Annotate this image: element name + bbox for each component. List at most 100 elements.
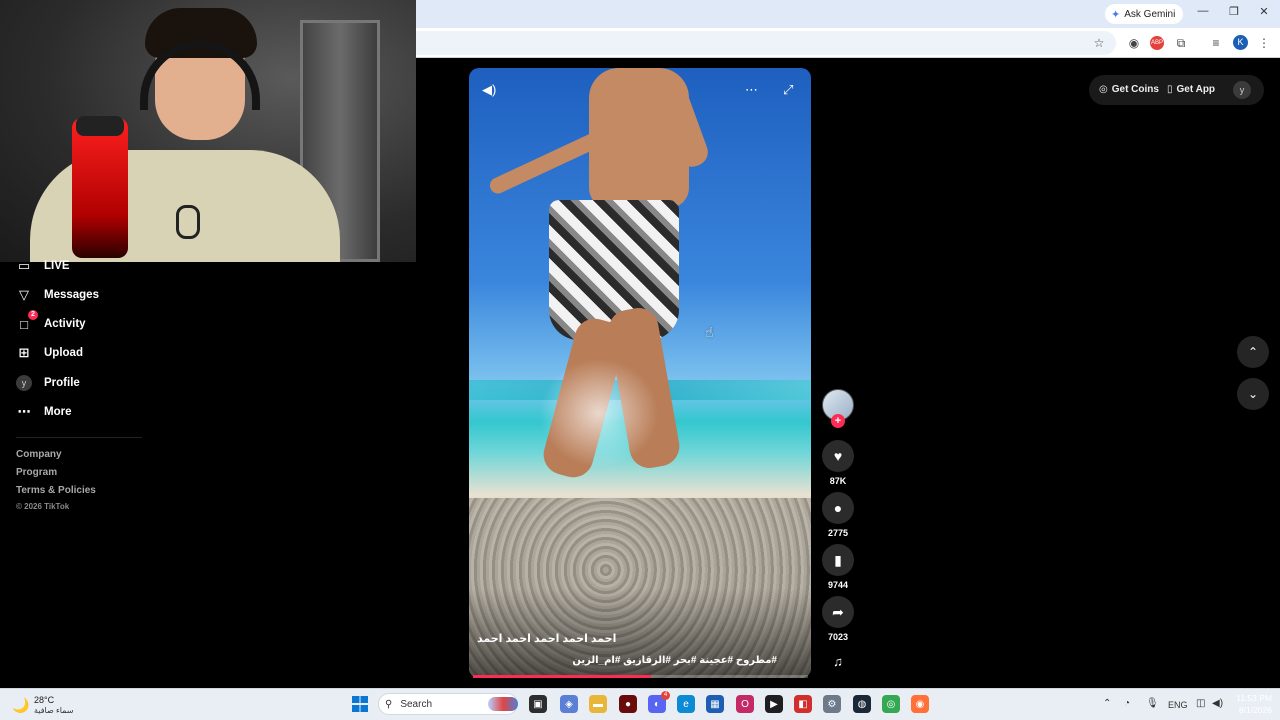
sidebar-item-profile[interactable]: y Profile [16,373,80,393]
moon-weather-icon[interactable]: 🌙 [12,697,29,714]
sidebar-item-label: Messages [44,289,99,301]
tray-network-app-icon[interactable]: ◔ [1124,698,1130,709]
tray-microphone-icon[interactable]: 🎙 [1146,698,1159,709]
bookmark-icon: ▮ [834,551,842,568]
search-label: Search [400,698,433,710]
copyright-text: © 2026 TikTok [16,502,70,511]
restore-icon[interactable]: ❐ [1225,5,1243,18]
comment-button[interactable]: ● [822,492,854,524]
sidebar-item-messages[interactable]: ▽ Messages [16,285,99,305]
terminal-icon[interactable]: ▶ [765,695,783,713]
recorder-icon[interactable]: ◧ [794,695,812,713]
browser-menu-icon[interactable]: ⋮ [1256,35,1272,51]
file-explorer-icon[interactable]: ▬ [589,695,607,713]
comment-icon: ● [833,500,843,516]
windows-start-icon[interactable] [352,696,368,712]
footer-link-terms[interactable]: Terms & Policies [16,485,96,496]
share-count: 7023 [827,632,849,642]
sidebar-item-live[interactable]: ▭ LIVE [16,256,70,276]
volume-icon[interactable]: ◀) [482,82,496,98]
save-count: 9744 [827,580,849,590]
coin-icon: ◎ [1099,84,1108,95]
video-player[interactable] [469,68,811,678]
hand-cursor-icon: ☝ [705,324,714,340]
clock-time[interactable]: 11:53 PM [1232,693,1272,703]
ask-gemini-button[interactable]: ✦ Ask Gemini [1105,4,1184,24]
chrome-icon[interactable]: ◎ [882,695,900,713]
language-indicator[interactable]: ENG [1168,700,1188,710]
browser-profile-avatar[interactable]: K [1233,35,1248,50]
phone-icon: ▯ [1167,84,1173,95]
previous-video-button[interactable]: ⌃ [1237,336,1269,368]
chevron-up-icon: ⌃ [1247,345,1259,359]
activity-badge: 2 [28,310,38,320]
weather-description[interactable]: سماء صافية [34,706,74,715]
tray-volume-icon[interactable]: ◀) [1212,698,1223,709]
get-app-button[interactable]: ▯ Get App [1167,84,1215,95]
search-highlight-image [488,697,518,711]
task-view-icon[interactable]: ▣ [529,695,547,713]
video-sand-spray [539,358,659,468]
sidebar-item-label: Activity [44,318,86,330]
video-progress-fill [473,675,651,678]
clock-date[interactable]: 8/1/2026 [1228,705,1272,715]
sidebar-item-label: LIVE [44,260,70,272]
activity-icon: □ 2 [16,310,38,332]
minimize-icon[interactable]: — [1194,5,1212,17]
address-bar[interactable] [416,31,1116,55]
tray-wifi-icon[interactable]: ◫ [1196,698,1205,709]
adblock-extension-icon[interactable]: ABP [1150,36,1164,50]
like-count: 87K [829,476,847,486]
follow-plus-icon[interactable]: + [831,414,845,428]
sidebar-item-label: Profile [44,377,80,389]
copilot-icon[interactable]: ◈ [560,695,578,713]
share-button[interactable]: ➦ [822,596,854,628]
steam-icon[interactable]: ◍ [853,695,871,713]
search-icon: ⚲ [385,698,393,710]
bookmark-star-icon[interactable]: ☆ [1091,35,1107,51]
extensions-puzzle-icon[interactable]: ⧉ [1173,35,1189,51]
ask-gemini-label: Ask Gemini [1124,8,1176,20]
close-icon[interactable]: ✕ [1255,5,1273,18]
more-options-icon[interactable]: ⋯ [745,82,758,98]
settings-gear-icon[interactable]: ⚙ [823,695,841,713]
discord-icon[interactable]: ◐ 4 [648,691,670,713]
next-video-button[interactable]: ⌄ [1237,378,1269,410]
gemini-spark-icon: ✦ [1111,8,1121,21]
video-caption: احمد احمد احمد احمد احمد [477,633,617,645]
reading-list-icon[interactable]: ≡ [1208,35,1224,51]
sidebar-item-more[interactable]: ⋯ More [16,402,72,422]
get-app-label: Get App [1176,84,1216,95]
extension-gauge-icon[interactable]: ◉ [1126,35,1142,51]
music-disc-icon[interactable]: ♫ [830,654,846,670]
opera-icon[interactable]: O [736,695,754,713]
weather-temperature[interactable]: 28°C [34,695,54,705]
video-progress-bar[interactable] [473,675,808,678]
messages-icon: ▽ [19,287,29,302]
more-icon: ⋯ [17,404,31,419]
media-app-icon[interactable]: ● [619,695,637,713]
footer-link-program[interactable]: Program [16,467,57,478]
get-coins-button[interactable]: ◎ Get Coins [1099,84,1159,95]
microphone [72,118,128,258]
comment-count: 2775 [827,528,849,538]
edge-icon[interactable]: e [677,695,695,713]
share-arrow-icon: ➦ [832,603,844,620]
fullscreen-icon[interactable]: ⤢ [783,82,793,98]
video-hashtags[interactable]: #مطروح #عجينة #بحر #الزقازيق #ام_الزين [477,655,777,666]
store-icon[interactable]: ▦ [706,695,724,713]
heart-icon: ♥ [833,448,843,464]
chevron-down-icon: ⌄ [1247,387,1259,401]
like-button[interactable]: ♥ [822,440,854,472]
sidebar-item-label: More [44,406,72,418]
tray-chevron-up-icon[interactable]: ⌃ [1103,698,1111,709]
sidebar-item-upload[interactable]: ⊞ Upload [16,343,83,363]
get-coins-label: Get Coins [1111,84,1159,95]
user-avatar[interactable]: y [1233,81,1251,99]
save-button[interactable]: ▮ [822,544,854,576]
footer-link-company[interactable]: Company [16,449,62,460]
sidebar-item-activity[interactable]: □ 2 Activity [16,310,86,334]
firefox-icon[interactable]: ◉ [911,695,929,713]
sidebar-item-label: Upload [44,347,83,359]
microphone-cap [76,116,124,136]
